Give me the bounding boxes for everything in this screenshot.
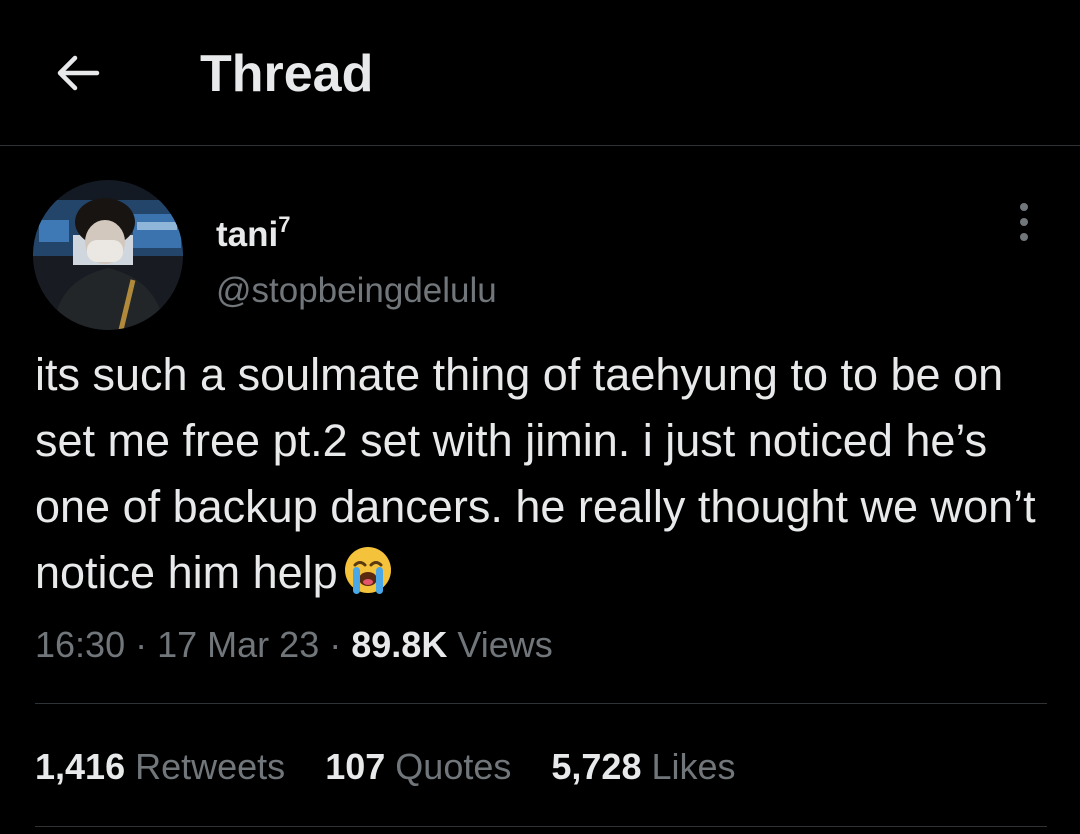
quotes-count: 107 [325, 746, 386, 787]
display-name-text: tani [216, 215, 279, 254]
views-label: Views [457, 624, 553, 665]
tweet-date[interactable]: 17 Mar 23 [157, 624, 319, 665]
meta-separator: · [135, 624, 148, 665]
loudly-crying-face-icon [344, 547, 391, 594]
likes-stat[interactable]: 5,728 Likes [551, 746, 735, 787]
divider [35, 826, 1047, 827]
tweet-meta: 16:30 · 17 Mar 23 · 89.8K Views [35, 622, 553, 668]
likes-label: Likes [651, 746, 736, 787]
likes-count: 5,728 [551, 746, 642, 787]
tweet-time[interactable]: 16:30 [35, 624, 125, 665]
tweet-body: its such a soulmate thing of taehyung to… [35, 349, 1036, 598]
display-name-superscript: 7 [278, 212, 291, 237]
page-title: Thread [200, 45, 374, 103]
retweets-label: Retweets [135, 746, 286, 787]
retweets-count: 1,416 [35, 746, 126, 787]
meta-separator: · [329, 624, 342, 665]
arrow-left-icon [57, 55, 100, 91]
views-count: 89.8K [351, 624, 448, 665]
back-button[interactable] [48, 44, 106, 102]
tweet-stats: 1,416 Retweets 107 Quotes 5,728 Likes [35, 744, 766, 790]
quotes-stat[interactable]: 107 Quotes [325, 746, 511, 787]
display-name[interactable]: tani7 [216, 204, 290, 256]
retweets-stat[interactable]: 1,416 Retweets [35, 746, 285, 787]
tweet-text: its such a soulmate thing of taehyung to… [35, 342, 1045, 606]
thread-header: Thread [0, 0, 1080, 146]
more-vertical-icon [1020, 203, 1028, 241]
quotes-label: Quotes [395, 746, 512, 787]
divider [35, 703, 1047, 704]
user-handle[interactable]: @stopbeingdelulu [216, 270, 497, 312]
more-options-button[interactable] [1000, 198, 1048, 246]
avatar[interactable] [33, 180, 183, 330]
